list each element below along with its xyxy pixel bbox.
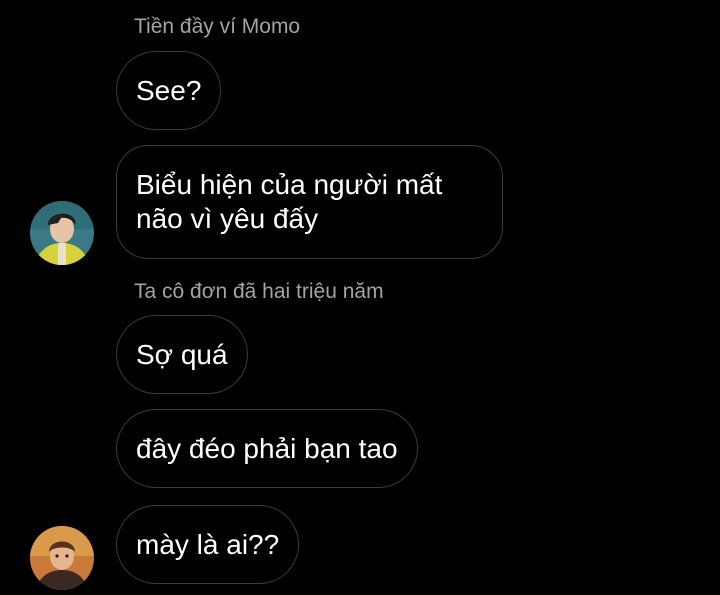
- message-text: Biểu hiện của người mất não vì yêu đấy: [136, 169, 443, 234]
- message-bubble[interactable]: mày là ai??: [116, 505, 300, 584]
- avatar[interactable]: [30, 201, 94, 265]
- message-text: mày là ai??: [136, 528, 280, 560]
- message-bubble[interactable]: See?: [116, 51, 222, 130]
- message-bubble[interactable]: Sợ quá: [116, 315, 248, 394]
- message-text: See?: [136, 74, 202, 106]
- avatar[interactable]: [30, 526, 94, 590]
- sender-name: Tiền đầy ví Momo: [134, 15, 301, 38]
- sender-name: Ta cô đơn đã hai triệu năm: [134, 280, 384, 303]
- message-bubble[interactable]: Biểu hiện của người mất não vì yêu đấy: [116, 145, 503, 259]
- message-bubble[interactable]: đây đéo phải bạn tao: [116, 409, 418, 488]
- user-avatar-icon: [30, 526, 94, 590]
- user-avatar-icon: [30, 201, 94, 265]
- message-text: đây đéo phải bạn tao: [136, 432, 398, 464]
- message-text: Sợ quá: [136, 338, 228, 370]
